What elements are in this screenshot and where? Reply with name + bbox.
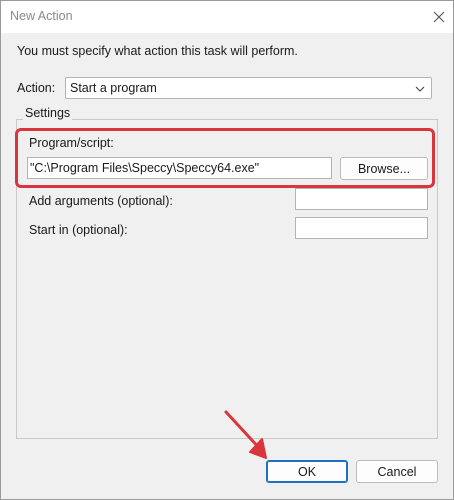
action-label: Action:	[17, 81, 56, 95]
instruction-text: You must specify what action this task w…	[17, 44, 298, 58]
cancel-button[interactable]: Cancel	[356, 460, 438, 483]
title-bar: New Action	[1, 1, 453, 33]
add-arguments-input[interactable]	[295, 188, 428, 210]
add-arguments-label: Add arguments (optional):	[29, 194, 173, 208]
program-script-input[interactable]: "C:\Program Files\Speccy\Speccy64.exe"	[27, 157, 332, 179]
action-dropdown[interactable]: Start a program	[65, 77, 432, 99]
program-script-label: Program/script:	[29, 136, 114, 150]
start-in-input[interactable]	[295, 217, 428, 239]
browse-button[interactable]: Browse...	[340, 157, 428, 180]
close-button[interactable]	[424, 3, 453, 31]
chevron-down-icon	[415, 86, 425, 92]
close-icon	[433, 11, 445, 23]
settings-group-label: Settings	[23, 106, 73, 120]
action-dropdown-value: Start a program	[70, 81, 157, 95]
window-title: New Action	[10, 9, 73, 23]
dialog-body: You must specify what action this task w…	[1, 33, 453, 449]
start-in-label: Start in (optional):	[29, 223, 128, 237]
ok-button[interactable]: OK	[266, 460, 348, 483]
dialog-footer: OK Cancel	[1, 449, 453, 499]
new-action-dialog: New Action You must specify what action …	[0, 0, 454, 500]
